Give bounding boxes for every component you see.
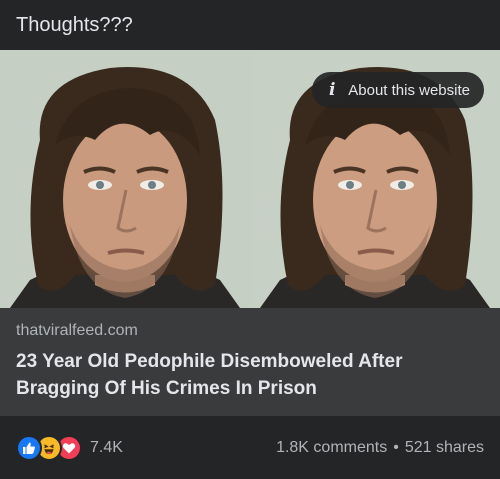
about-this-website-button[interactable]: i About this website bbox=[312, 72, 484, 108]
about-this-website-label: About this website bbox=[348, 81, 470, 99]
link-meta[interactable]: thatviralfeed.com 23 Year Old Pedophile … bbox=[0, 308, 500, 416]
link-preview-card[interactable]: i About this website thatviralfeed.com 2… bbox=[0, 50, 500, 416]
separator-dot: • bbox=[393, 438, 399, 456]
like-icon bbox=[16, 434, 42, 461]
link-domain: thatviralfeed.com bbox=[16, 322, 138, 339]
link-preview-image[interactable]: i About this website bbox=[0, 50, 500, 308]
shares-count[interactable]: 521 shares bbox=[405, 439, 484, 457]
info-icon: i bbox=[329, 80, 336, 100]
reactions-summary[interactable]: 7.4K bbox=[16, 434, 123, 461]
reaction-count: 7.4K bbox=[90, 438, 123, 456]
engagement-bar: 7.4K 1.8K comments • 521 shares bbox=[0, 416, 500, 479]
reaction-icons bbox=[16, 434, 82, 461]
mugshot-photo-left bbox=[0, 50, 250, 308]
post-text: Thoughts??? bbox=[0, 0, 500, 50]
facebook-post: Thoughts??? i About this website thatvir… bbox=[0, 0, 500, 479]
link-headline[interactable]: 23 Year Old Pedophile Disemboweled After… bbox=[16, 348, 484, 402]
comments-count[interactable]: 1.8K comments bbox=[276, 439, 387, 457]
comments-shares: 1.8K comments • 521 shares bbox=[276, 439, 484, 457]
